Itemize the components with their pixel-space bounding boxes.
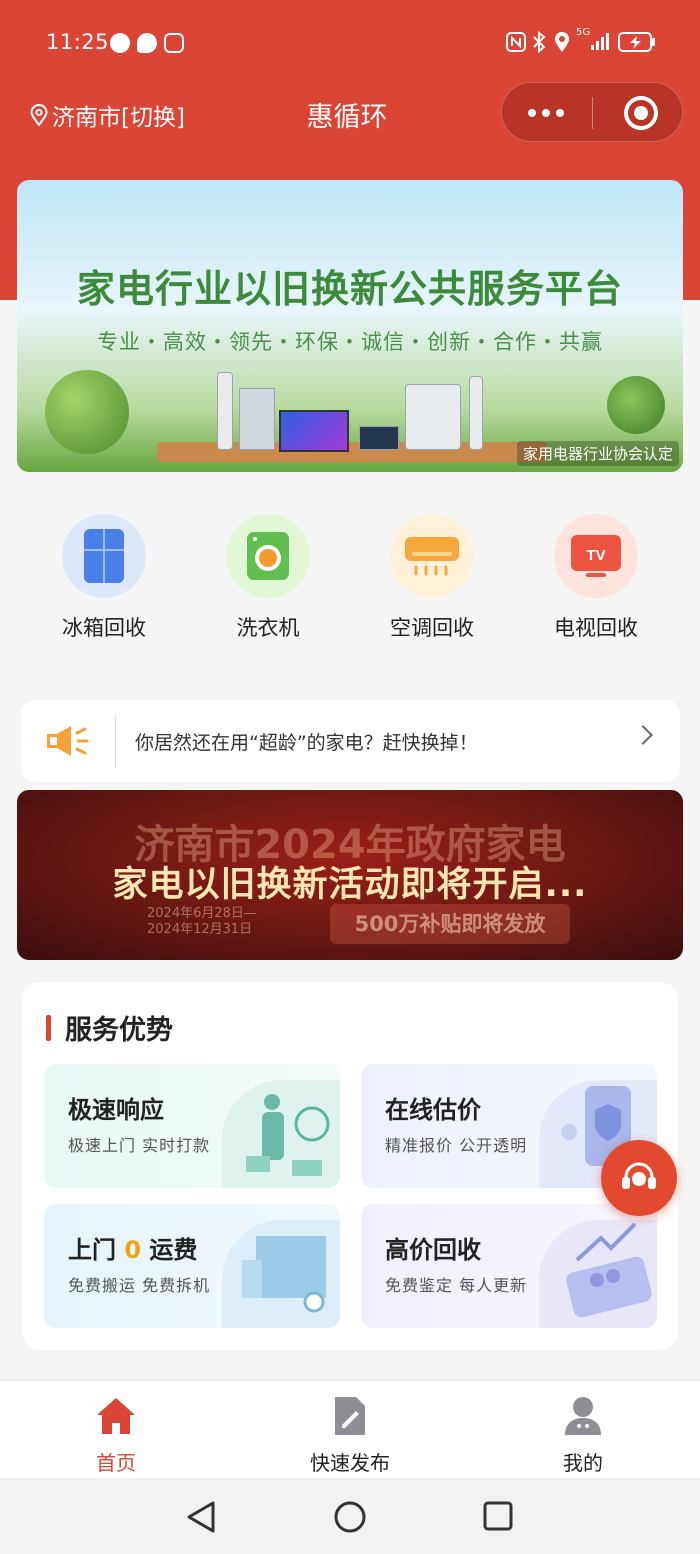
signal-icon <box>591 33 609 50</box>
washer-icon <box>247 532 289 580</box>
service-title: 高价回收 <box>385 1236 481 1264</box>
delivery-worker-image <box>222 1080 340 1188</box>
services-title: 服务优势 <box>65 1015 173 1046</box>
service-desc: 精准报价 公开透明 <box>385 1136 528 1155</box>
service-title: 上门 0 运费 <box>68 1236 198 1264</box>
chat-notification-icon <box>137 33 157 53</box>
svg-text:TV: TV <box>586 547 605 564</box>
category-label: 冰箱回收 <box>62 616 146 640</box>
hero-subtitle: 专业・高效・领先・环保・诚信・创新・合作・共赢 <box>97 330 603 354</box>
status-time: 11:25 <box>46 30 110 54</box>
service-desc: 极速上门 实时打款 <box>68 1136 211 1155</box>
promo-dates: 2024年6月28日— 2024年12月31日 <box>147 906 257 937</box>
category-label: 空调回收 <box>390 616 474 640</box>
notice-bar[interactable]: 你居然还在用“超龄”的家电？赶快换掉！ <box>21 700 680 782</box>
customer-service-button[interactable] <box>601 1140 677 1216</box>
promo-subsidy: 500万补贴即将发放 <box>330 904 570 944</box>
battery-icon <box>618 32 655 52</box>
tab-label: 首页 <box>96 1451 136 1475</box>
hero-title: 家电行业以旧换新公共服务平台 <box>76 267 623 311</box>
truck-image <box>222 1220 340 1328</box>
category-fridge[interactable]: 冰箱回收 <box>39 514 169 642</box>
service-tile-fast[interactable]: 极速响应 极速上门 实时打款 <box>44 1064 340 1188</box>
washing-machine-image <box>405 384 461 450</box>
tv-icon: TV <box>571 535 621 577</box>
hand-notification-icon <box>164 33 184 53</box>
promo-line2: 家电以旧换新活动即将开启... <box>112 865 588 905</box>
wooden-deck-image <box>157 442 547 462</box>
service-tile-free-shipping[interactable]: 上门 0 运费 免费搬运 免费拆机 <box>44 1204 340 1328</box>
green-globe-image <box>45 370 129 454</box>
home-button-icon[interactable] <box>333 1500 367 1534</box>
service-tile-high-price[interactable]: 高价回收 免费鉴定 每人更新 <box>361 1204 657 1328</box>
bluetooth-icon <box>533 31 546 53</box>
service-desc: 免费搬运 免费拆机 <box>68 1276 211 1295</box>
notice-text: 你居然还在用“超龄”的家电？赶快换掉！ <box>135 732 478 754</box>
nfc-icon <box>506 32 526 52</box>
tab-label: 我的 <box>563 1451 603 1475</box>
tab-mine[interactable]: 我的 <box>513 1395 653 1476</box>
tree-image <box>607 376 665 434</box>
category-label: 洗衣机 <box>236 616 300 640</box>
coins-growth-image <box>539 1220 657 1328</box>
home-icon <box>97 1398 135 1434</box>
services-header: 服务优势 <box>46 1008 173 1047</box>
user-icon <box>565 1397 601 1435</box>
tab-label: 快速发布 <box>310 1451 390 1475</box>
fridge-icon <box>84 529 124 583</box>
chevron-right-icon <box>633 725 653 745</box>
tv-image <box>279 410 349 452</box>
tower-ac-image <box>217 372 233 450</box>
miniprogram-capsule <box>501 82 683 142</box>
hero-cert-label: 家用电器行业协会认定 <box>516 441 679 466</box>
hero-banner[interactable]: 家电行业以旧换新公共服务平台 专业・高效・领先・环保・诚信・创新・合作・共赢 家… <box>17 180 683 472</box>
category-label: 电视回收 <box>554 616 638 640</box>
service-title: 在线估价 <box>385 1096 481 1124</box>
tab-bar: 首页 快速发布 我的 <box>0 1380 700 1478</box>
tab-publish[interactable]: 快速发布 <box>280 1395 420 1476</box>
services-card: 服务优势 极速响应 极速上门 实时打款 在线估价 精准报价 公开透明 上门 0 … <box>22 982 678 1350</box>
category-ac[interactable]: 空调回收 <box>367 514 497 642</box>
network-type: 5G <box>576 27 591 38</box>
laptop-image <box>359 426 399 450</box>
service-desc: 免费鉴定 每人更新 <box>385 1276 528 1295</box>
headset-icon <box>622 1162 656 1189</box>
service-title: 极速响应 <box>68 1096 164 1124</box>
category-tv[interactable]: TV 电视回收 <box>531 514 661 642</box>
more-menu-icon[interactable] <box>528 109 564 117</box>
promo-banner[interactable]: 济南市2024年政府家电 家电以旧换新活动即将开启... 2024年6月28日—… <box>17 790 683 960</box>
tab-home[interactable]: 首页 <box>46 1395 186 1476</box>
edit-doc-icon <box>335 1397 365 1435</box>
system-nav-bar <box>0 1478 700 1554</box>
recents-icon[interactable] <box>482 1500 514 1532</box>
category-washer[interactable]: 洗衣机 <box>203 514 333 642</box>
status-bar: 11:25 5G <box>0 0 700 84</box>
air-conditioner-icon <box>405 537 459 576</box>
voice-notification-icon <box>110 33 130 53</box>
close-target-icon[interactable] <box>624 96 658 130</box>
air-purifier-image <box>469 376 483 450</box>
fridge-image <box>239 388 275 450</box>
nav-bar: 济南市[切换] 惠循环 <box>0 82 700 144</box>
location-icon <box>555 32 569 52</box>
back-icon[interactable] <box>185 1500 217 1534</box>
speaker-icon <box>47 726 89 756</box>
